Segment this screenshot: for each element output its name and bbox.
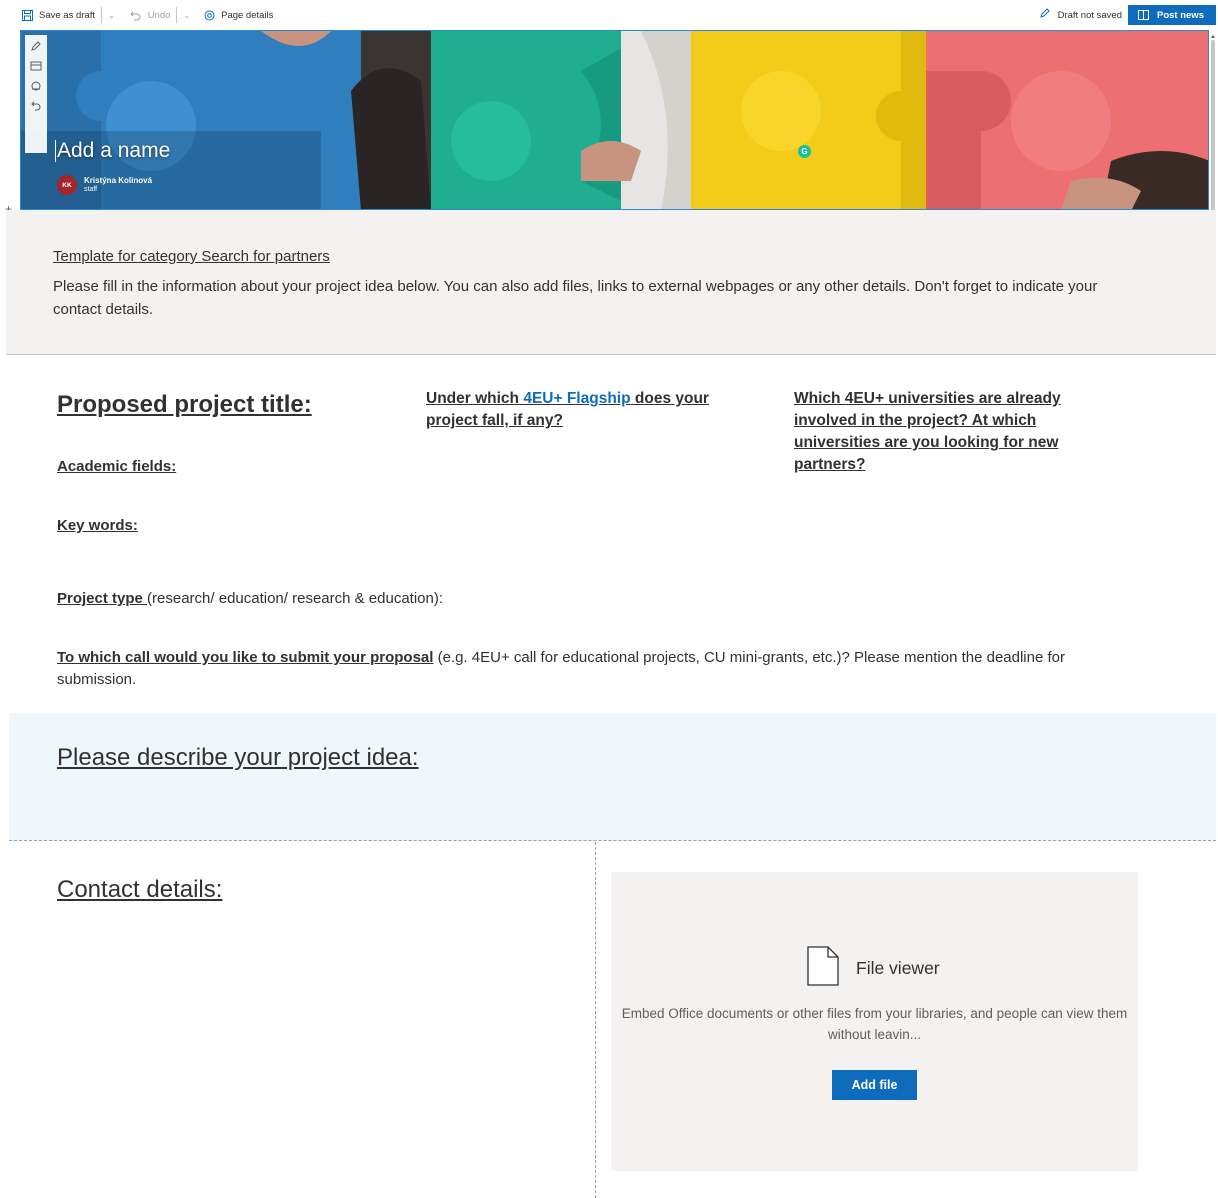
save-as-draft-button[interactable]: Save as draft (20, 0, 95, 30)
post-news-button[interactable]: Post news (1128, 5, 1216, 25)
page-title-placeholder: Add a name (57, 139, 171, 162)
grammarly-icon[interactable]: G (798, 145, 811, 158)
template-instructions[interactable]: Please fill in the information about you… (53, 275, 1133, 321)
undo-button[interactable]: Undo (129, 0, 171, 30)
post-news-label: Post news (1157, 9, 1204, 21)
undo-label: Undo (147, 9, 171, 21)
proposed-title-heading[interactable]: Proposed project title: (57, 391, 312, 419)
file-viewer-webpart: File viewer Embed Office documents or ot… (611, 872, 1138, 1171)
save-options-dropdown[interactable]: ⌄ (108, 0, 115, 30)
save-as-draft-label: Save as draft (39, 9, 95, 21)
reset-icon[interactable] (29, 99, 43, 113)
template-section: Template for category Search for partner… (6, 210, 1216, 355)
universities-question[interactable]: Which 4EU+ universities are already invo… (794, 388, 1084, 476)
gear-icon (202, 8, 216, 22)
avatar: KK (57, 175, 77, 195)
project-type-hint: (research/ education/ research & educati… (147, 590, 444, 607)
chevron-down-icon: ⌄ (107, 10, 115, 20)
template-title[interactable]: Template for category Search for partner… (53, 248, 330, 265)
page-details-button[interactable]: Page details (202, 0, 273, 30)
academic-fields-label[interactable]: Academic fields: (57, 458, 176, 475)
toolbar-divider (100, 7, 102, 23)
project-type-label: Project type (57, 590, 148, 607)
call-line[interactable]: To which call would you like to submit y… (57, 647, 1147, 691)
save-icon (20, 8, 34, 22)
file-viewer-description: Embed Office documents or other files fr… (621, 1006, 1128, 1042)
toolbar-divider (176, 7, 178, 23)
command-bar: Save as draft ⌄ Undo ⌄ Page details Draf… (0, 0, 1218, 30)
right-toolbar: Draft not saved Post news (1039, 0, 1218, 30)
undo-options-dropdown[interactable]: ⌄ (183, 0, 190, 30)
hero-banner[interactable]: Add a name KK Kristýna Kolinová staff G (20, 30, 1209, 210)
undo-icon (129, 8, 143, 22)
author-name: Kristýna Kolinová (84, 176, 153, 185)
pencil-icon (1039, 8, 1054, 22)
page-title-input[interactable]: Add a name (55, 139, 170, 163)
author-byline[interactable]: KK Kristýna Kolinová staff (57, 175, 152, 195)
describe-section: Please describe your project idea: (9, 713, 1216, 841)
focal-point-icon[interactable] (29, 79, 43, 93)
change-image-icon[interactable] (29, 59, 43, 73)
edit-pencil-icon[interactable] (29, 39, 43, 53)
page-details-label: Page details (221, 9, 274, 21)
file-viewer-title: File viewer (856, 958, 940, 978)
author-role: staff (84, 186, 98, 193)
add-file-button[interactable]: Add file (832, 1070, 917, 1100)
describe-heading[interactable]: Please describe your project idea: (57, 744, 419, 772)
contact-heading[interactable]: Contact details: (57, 876, 222, 904)
project-type-line[interactable]: Project type (research/ education/ resea… (57, 588, 443, 610)
call-label: To which call would you like to submit y… (57, 649, 434, 666)
flagship-question-pre: Under which (426, 390, 524, 407)
draft-status-text: Draft not saved (1057, 9, 1122, 21)
key-words-label[interactable]: Key words: (57, 517, 138, 534)
flagship-link[interactable]: 4EU+ Flagship (523, 390, 630, 407)
column-divider (595, 842, 596, 1198)
document-icon (806, 946, 840, 991)
scrollbar[interactable] (1211, 40, 1215, 215)
hero-edit-toolbar (25, 35, 47, 153)
flagship-question[interactable]: Under which 4EU+ Flagship does your proj… (426, 388, 746, 432)
news-icon (1138, 10, 1149, 20)
text-caret (55, 140, 56, 163)
puzzle-hero-image (21, 31, 1208, 209)
chevron-down-icon: ⌄ (183, 10, 191, 20)
file-viewer-header: File viewer (806, 946, 940, 991)
